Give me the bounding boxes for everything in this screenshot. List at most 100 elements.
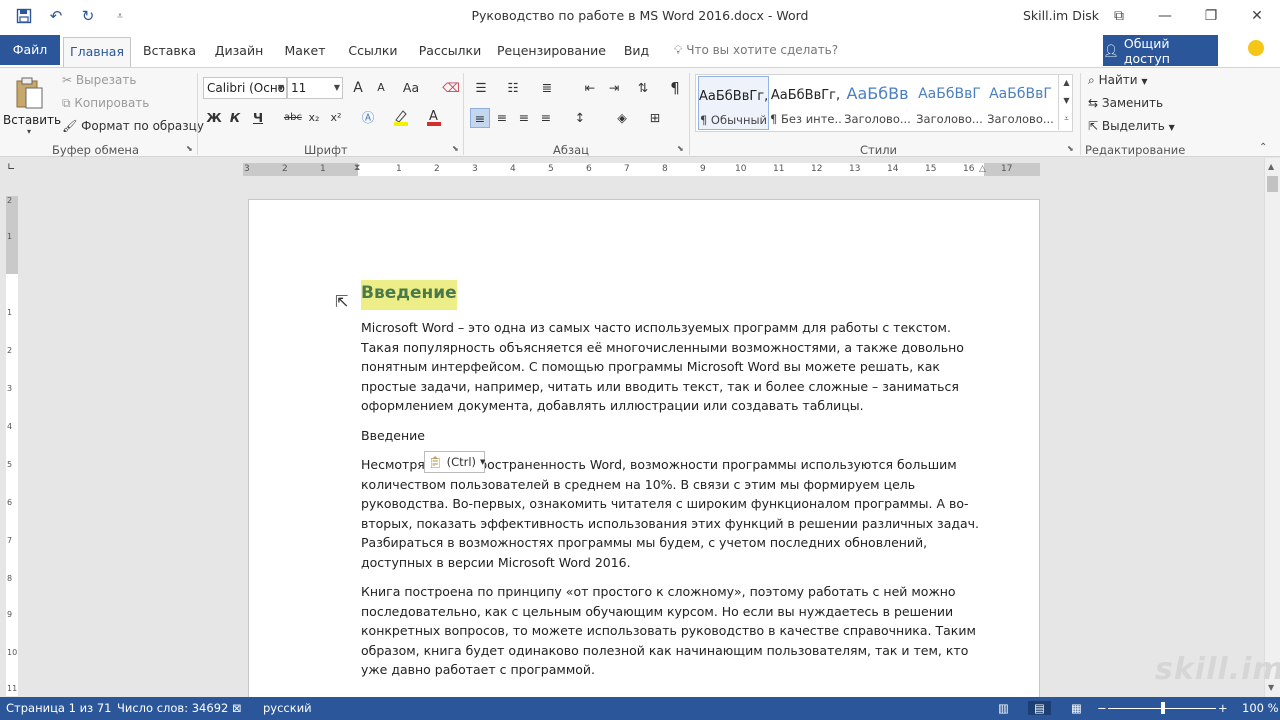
tab-design[interactable]: Дизайн bbox=[211, 37, 267, 67]
restore-icon[interactable]: ❐ bbox=[1188, 0, 1234, 32]
print-layout-icon[interactable]: ▤ bbox=[1028, 701, 1051, 715]
proofing-icon[interactable]: ⊠ bbox=[232, 701, 242, 715]
cut-label: Вырезать bbox=[75, 73, 137, 87]
style-heading-1[interactable]: АаБбВв Заголово... bbox=[842, 76, 913, 130]
group-separator bbox=[463, 73, 464, 155]
italic-button[interactable]: К bbox=[225, 108, 245, 128]
align-center-icon[interactable]: ≡ bbox=[492, 108, 512, 128]
justify-icon[interactable]: ≡ bbox=[536, 108, 556, 128]
right-indent-marker-icon[interactable]: △ bbox=[979, 164, 986, 174]
style-heading-2[interactable]: АаБбВвГ Заголово... bbox=[914, 76, 985, 130]
show-formatting-button[interactable]: ¶ bbox=[665, 78, 685, 98]
tab-mailings[interactable]: Рассылки bbox=[416, 37, 484, 67]
document-body[interactable]: Введение Microsoft Word – это одна из са… bbox=[361, 280, 981, 690]
tab-home[interactable]: Главная bbox=[63, 37, 131, 68]
style-no-spacing[interactable]: АаБбВвГг, ¶ Без инте... bbox=[770, 76, 841, 130]
horizontal-ruler[interactable]: 3 2 1 1 2 3 4 5 6 7 8 9 10 11 12 13 14 1… bbox=[243, 163, 1040, 176]
tab-view[interactable]: Вид bbox=[619, 37, 654, 67]
clear-formatting-icon[interactable]: ⌫ bbox=[441, 78, 461, 98]
language-indicator[interactable]: русский bbox=[263, 701, 312, 715]
feedback-smiley-icon[interactable] bbox=[1248, 40, 1264, 56]
zoom-out-icon[interactable]: − bbox=[1097, 701, 1107, 715]
sort-icon[interactable]: ⇅ bbox=[633, 78, 653, 98]
tab-review[interactable]: Рецензирование bbox=[497, 37, 606, 67]
align-left-icon[interactable]: ≡ bbox=[470, 108, 490, 128]
line-spacing-icon[interactable]: ↕ bbox=[570, 108, 590, 128]
numbering-icon[interactable]: ☷ bbox=[503, 78, 523, 98]
zoom-slider-thumb[interactable] bbox=[1161, 702, 1165, 714]
read-mode-icon[interactable]: ▥ bbox=[998, 701, 1009, 715]
ruler-number: 7 bbox=[7, 536, 13, 545]
align-right-icon[interactable]: ≡ bbox=[514, 108, 534, 128]
vertical-ruler[interactable]: 2 1 1 2 3 4 5 6 7 8 9 10 11 bbox=[6, 196, 18, 696]
dialog-launcher-icon[interactable]: ⬊ bbox=[186, 144, 193, 153]
font-color-icon[interactable]: A bbox=[424, 108, 444, 128]
ribbon-display-options-icon[interactable]: ⧉ bbox=[1096, 0, 1142, 32]
decrease-indent-icon[interactable]: ⇤ bbox=[580, 78, 600, 98]
indent-marker-icon[interactable]: ⧗ bbox=[354, 163, 360, 173]
strikethrough-button[interactable]: abc bbox=[281, 108, 305, 128]
word-count[interactable]: Число слов: 34692 bbox=[117, 701, 228, 715]
share-button[interactable]: 👤︎ Общий доступ bbox=[1103, 35, 1218, 66]
tab-references[interactable]: Ссылки bbox=[344, 37, 402, 67]
zoom-level[interactable]: 100 % bbox=[1242, 701, 1279, 715]
close-icon[interactable]: ✕ bbox=[1234, 0, 1280, 32]
tab-file[interactable]: Файл bbox=[0, 35, 60, 65]
scroll-thumb[interactable] bbox=[1267, 176, 1278, 192]
shrink-font-button[interactable]: A bbox=[371, 78, 391, 98]
highlight-icon[interactable] bbox=[391, 108, 411, 128]
style-heading-3[interactable]: АаБбВвГ Заголово... bbox=[985, 76, 1056, 130]
scroll-up-icon[interactable]: ▲ bbox=[1268, 162, 1274, 171]
document-heading[interactable]: Введение bbox=[361, 280, 457, 310]
cut-button[interactable]: ✂ Вырезать bbox=[62, 73, 136, 87]
subscript-button[interactable]: x₂ bbox=[304, 108, 324, 128]
format-painter-button[interactable]: 🖌︎ Формат по образцу bbox=[62, 119, 204, 133]
style-normal[interactable]: АаБбВвГг, ¶ Обычный bbox=[698, 76, 769, 130]
ruler-number: 10 bbox=[7, 648, 18, 657]
paste-button[interactable]: Вставить ▾ bbox=[3, 74, 61, 140]
cursor-icon: ⇱ bbox=[1088, 119, 1099, 133]
change-case-button[interactable]: Aa bbox=[399, 78, 423, 98]
text-effects-icon[interactable]: Ⓐ bbox=[358, 108, 378, 128]
dialog-launcher-icon[interactable]: ⬊ bbox=[452, 144, 459, 153]
copy-button[interactable]: ⧉ Копировать bbox=[62, 96, 149, 111]
dialog-launcher-icon[interactable]: ⬊ bbox=[677, 144, 684, 153]
chevron-up-icon[interactable]: ▲ bbox=[1059, 74, 1074, 92]
paragraph[interactable]: Microsoft Word – это одна из самых часто… bbox=[361, 318, 981, 416]
collapse-ribbon-icon[interactable]: ⌃ bbox=[1259, 142, 1267, 153]
superscript-button[interactable]: x² bbox=[326, 108, 346, 128]
underline-button[interactable]: Ч bbox=[248, 108, 268, 128]
tell-me-search[interactable]: 💡︎ Что вы хотите сделать? bbox=[674, 43, 838, 58]
ruler-number: 4 bbox=[7, 422, 13, 431]
paragraph[interactable]: Книга построена по принципу «от простого… bbox=[361, 582, 981, 680]
tab-selector-icon[interactable]: ∟ bbox=[7, 162, 19, 174]
borders-icon[interactable]: ⊞ bbox=[645, 108, 665, 128]
chevron-down-icon: ▼ bbox=[480, 458, 486, 466]
font-size-combo[interactable]: 11 ▼ bbox=[287, 77, 343, 99]
bold-button[interactable]: Ж bbox=[204, 108, 224, 128]
paste-options-button[interactable]: 📋︎ (Ctrl) ▼ bbox=[424, 451, 485, 473]
account-name[interactable]: Skill.im Disk bbox=[1023, 8, 1099, 23]
dialog-launcher-icon[interactable]: ⬊ bbox=[1067, 144, 1074, 153]
tab-insert[interactable]: Вставка bbox=[141, 37, 198, 67]
font-name-combo[interactable]: Calibri (Осно ▼ bbox=[203, 77, 287, 99]
more-styles-icon[interactable]: ⩡ bbox=[1059, 110, 1074, 128]
web-layout-icon[interactable]: ▦ bbox=[1071, 701, 1082, 715]
select-button[interactable]: ⇱ Выделить ▼ bbox=[1088, 119, 1175, 133]
zoom-in-icon[interactable]: + bbox=[1218, 701, 1228, 715]
increase-indent-icon[interactable]: ⇥ bbox=[604, 78, 624, 98]
replace-button[interactable]: ⇆ Заменить bbox=[1088, 96, 1163, 110]
chevron-down-icon[interactable]: ▼ bbox=[1059, 92, 1074, 110]
find-button[interactable]: ⌕ Найти ▼ bbox=[1088, 73, 1148, 88]
vertical-scrollbar[interactable]: ▲ ▼ bbox=[1264, 158, 1280, 697]
multilevel-list-icon[interactable]: ≣ bbox=[537, 78, 557, 98]
page-count[interactable]: Страница 1 из 71 bbox=[6, 701, 111, 715]
minimize-icon[interactable]: — bbox=[1142, 0, 1188, 32]
grow-font-button[interactable]: A bbox=[348, 78, 368, 98]
tab-layout[interactable]: Макет bbox=[281, 37, 329, 67]
person-icon: 👤︎ bbox=[1103, 42, 1119, 58]
document-page[interactable]: Введение Microsoft Word – это одна из са… bbox=[248, 199, 1040, 719]
bullets-icon[interactable]: ☰ bbox=[471, 78, 491, 98]
paragraph[interactable]: Введение bbox=[361, 426, 981, 446]
shading-icon[interactable]: ◈ bbox=[612, 108, 632, 128]
